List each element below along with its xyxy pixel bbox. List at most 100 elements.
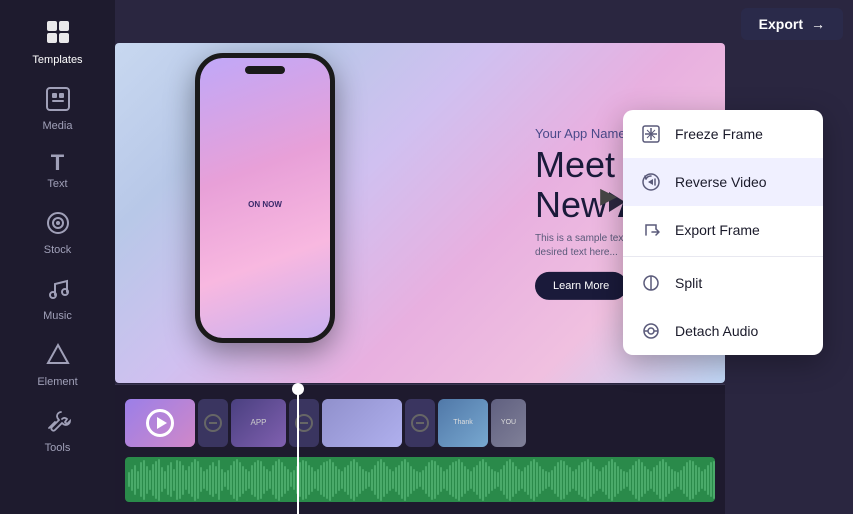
waveform-bar [197,461,199,499]
freeze-frame-icon [639,122,663,146]
waveform-bar [701,471,703,489]
menu-item-split[interactable]: Split [623,259,823,307]
audio-waveform: // Generate waveform bars inline via the… [125,457,715,502]
export-arrow-icon: → [811,16,825,32]
menu-item-freeze-frame[interactable]: Freeze Frame [623,110,823,158]
freeze-frame-label: Freeze Frame [675,126,763,142]
waveform-bar [479,461,481,499]
waveform-bar [224,472,226,487]
audio-track: // Generate waveform bars inline via the… [125,457,715,502]
waveform-bar [509,459,511,501]
waveform-bar [515,466,517,494]
waveform-bar [443,471,445,489]
waveform-bar [620,469,622,491]
waveform-bar [458,459,460,501]
sidebar-item-media[interactable]: Media [13,78,103,140]
waveform-bar [470,471,472,489]
waveform-bar [359,466,361,494]
sidebar-item-templates[interactable]: Templates [13,10,103,74]
waveform-bar [521,471,523,489]
waveform-bar [320,465,322,495]
waveform-bar [317,469,319,491]
track-clip-4[interactable]: Thank [438,399,488,447]
waveform-bar [641,462,643,497]
waveform-bar [185,470,187,490]
track-clip-5[interactable]: YOU [491,399,526,447]
stock-icon [45,210,71,240]
waveform-bar [581,462,583,497]
export-button[interactable]: Export → [741,8,843,40]
waveform-bar [194,459,196,501]
waveform-bar [653,467,655,492]
export-frame-icon [639,218,663,242]
waveform-bar [209,465,211,495]
waveform-bar [551,470,553,490]
track-clip-2[interactable]: APP [231,399,286,447]
waveform-bar [500,469,502,491]
waveform-bar [167,465,169,495]
waveform-bar [335,466,337,494]
waveform-bar [431,460,433,500]
waveform-bar [575,469,577,491]
waveform-bar [686,462,688,497]
waveform-bar [557,462,559,497]
waveform-bar [341,471,343,489]
waveform-bar [560,460,562,500]
waveform-bar [626,472,628,487]
detach-audio-label: Detach Audio [675,323,758,339]
waveform-bar [584,461,586,499]
waveform-bar [566,465,568,495]
waveform-bar [182,465,184,495]
waveform-bar [590,462,592,497]
reverse-video-label: Reverse Video [675,174,767,190]
timeline-playhead [297,385,299,514]
sidebar-item-stock[interactable]: Stock [13,202,103,264]
track-clip-1[interactable] [125,399,195,447]
waveform-bar [338,469,340,491]
waveform-bar [266,469,268,491]
sidebar-label-media: Media [43,120,73,132]
waveform-bar [668,466,670,494]
waveform-bar [539,466,541,494]
transition-2[interactable] [289,399,319,447]
waveform-bar [503,465,505,495]
waveform-bar [671,469,673,491]
waveform-bar [428,462,430,497]
menu-item-reverse-video[interactable]: Reverse Video [623,158,823,206]
waveform-bar [173,469,175,491]
waveform-bar [284,466,286,494]
sidebar-item-music[interactable]: Music [13,268,103,330]
waveform-bar [638,459,640,501]
waveform-bar [434,461,436,499]
waveform-bar [347,465,349,495]
waveform-bar [461,462,463,497]
sidebar-item-text[interactable]: T Text [13,144,103,198]
waveform-bar [662,459,664,501]
waveform-bar [263,466,265,494]
waveform-bar [257,460,259,500]
waveform-bar [287,469,289,491]
waveform-bar [608,461,610,499]
waveform-bar [455,461,457,499]
transition-1[interactable] [198,399,228,447]
waveform-bar [599,471,601,489]
transition-3[interactable] [405,399,435,447]
waveform-bar [404,459,406,501]
waveform-bar [212,462,214,497]
waveform-bar [218,460,220,500]
menu-item-export-frame[interactable]: Export Frame [623,206,823,254]
learn-more-button[interactable]: Learn More [535,272,627,300]
waveform-bar [527,465,529,495]
waveform-bar [134,465,136,495]
sidebar-item-tools[interactable]: Tools [13,400,103,462]
waveform-bar [569,467,571,492]
sidebar-item-element[interactable]: Element [13,334,103,396]
menu-item-detach-audio[interactable]: Detach Audio [623,307,823,355]
waveform-bar [329,459,331,501]
waveform-bar [602,467,604,492]
track-clip-3[interactable] [322,399,402,447]
waveform-bar [698,467,700,492]
waveform-bar [299,462,301,497]
waveform-bar [677,472,679,487]
waveform-bar [290,472,292,487]
